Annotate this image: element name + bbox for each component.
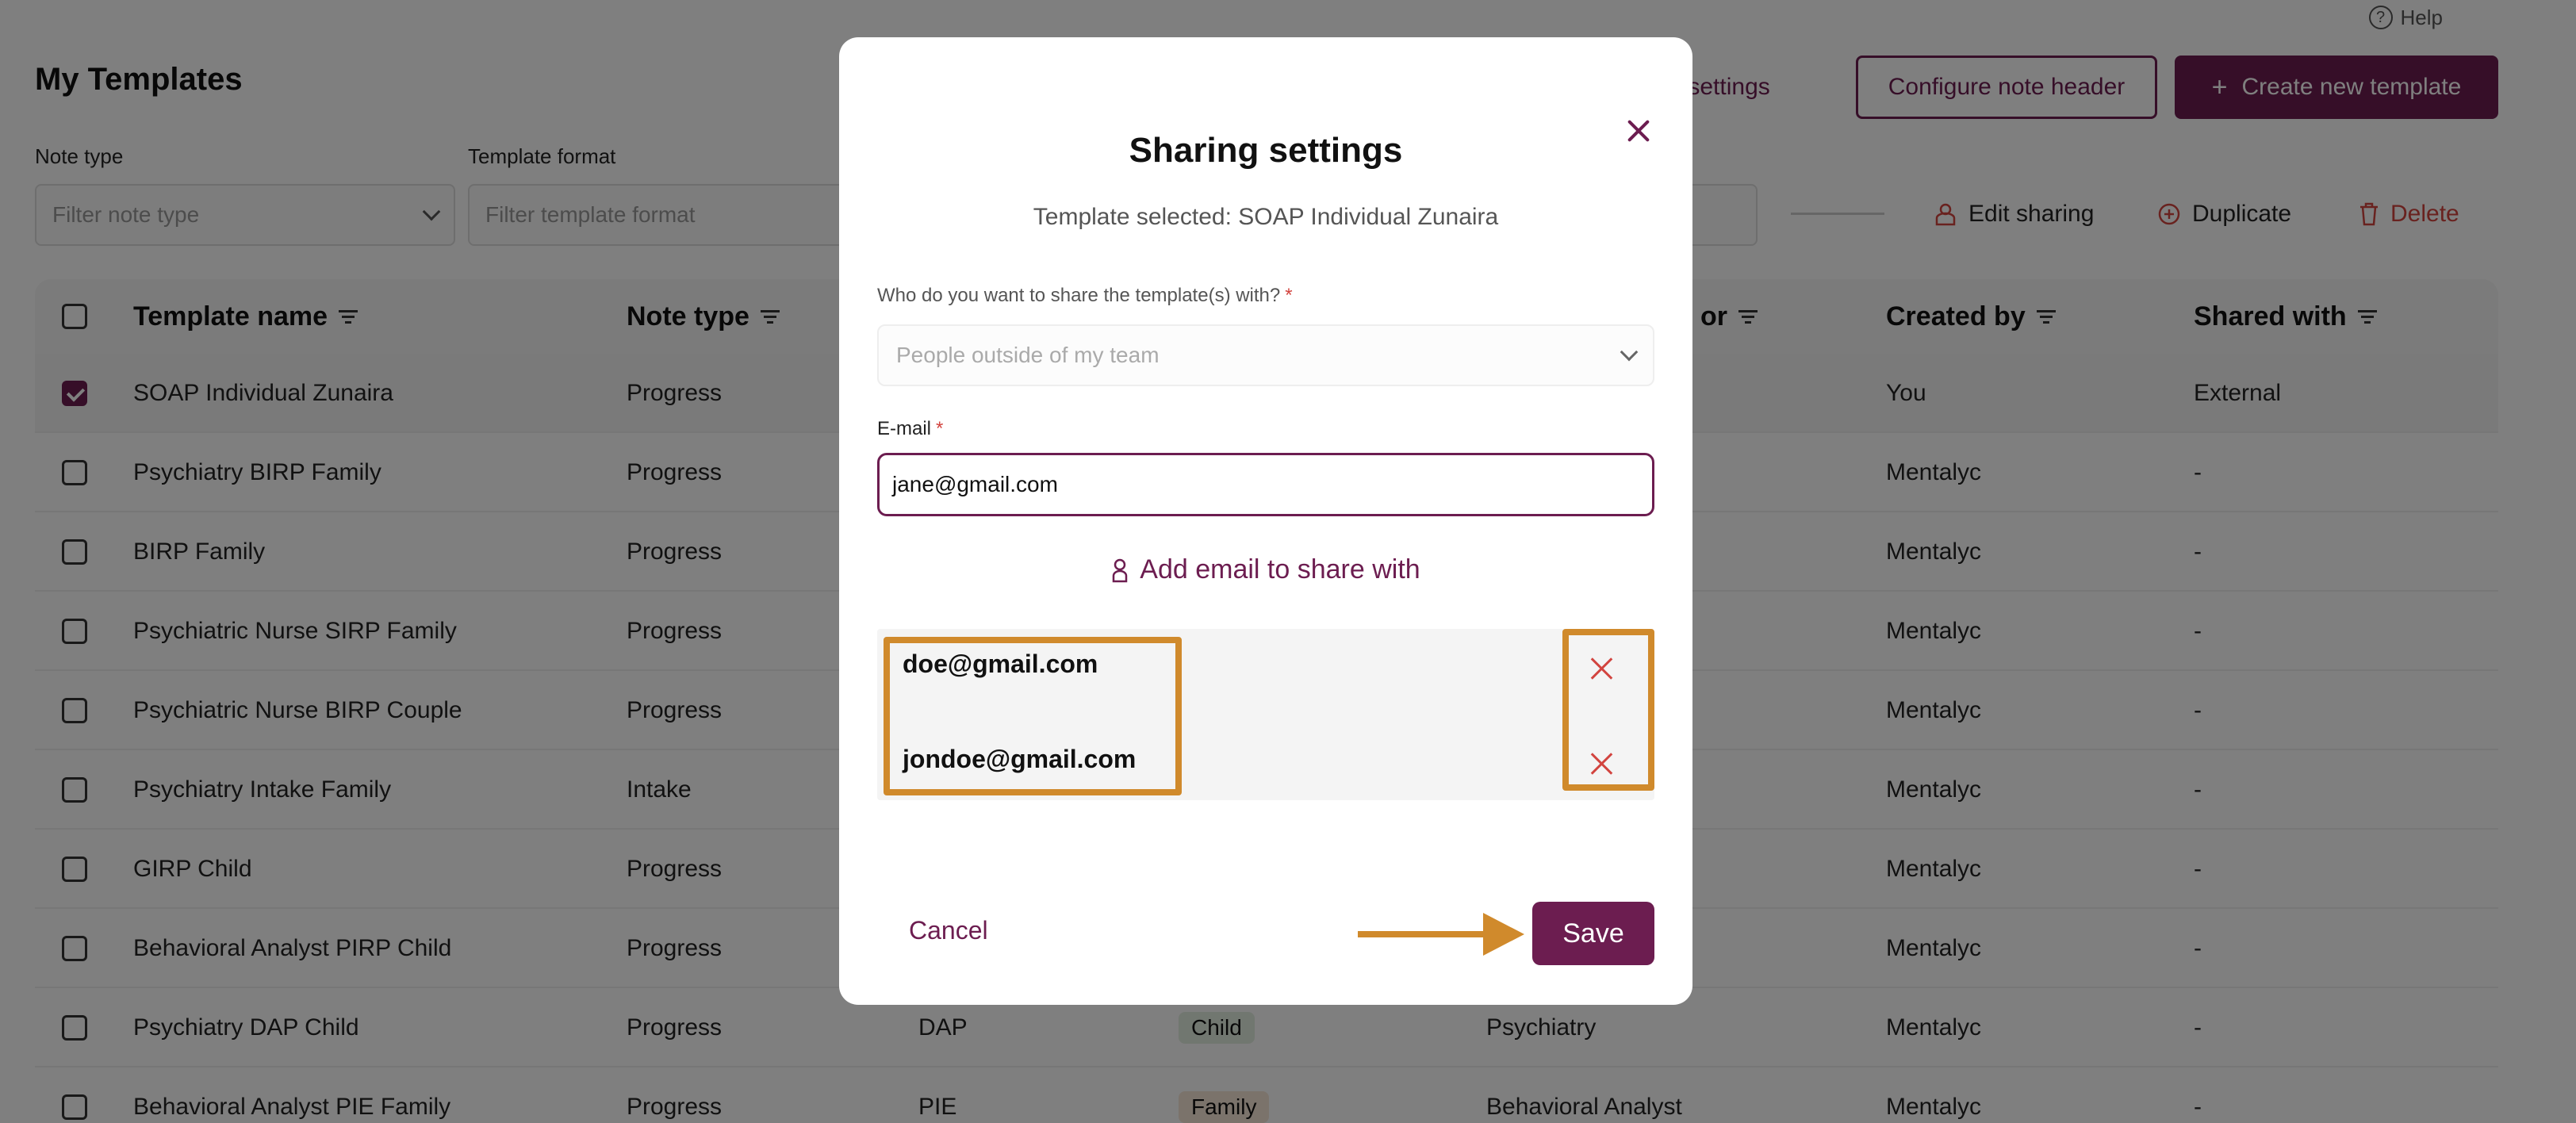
shared-email-item: doe@gmail.com [903, 650, 1098, 678]
email-label: E-mail * [877, 418, 943, 440]
annotation-arrow [1358, 931, 1493, 937]
modal-subtitle: Template selected: SOAP Individual Zunai… [1033, 204, 1499, 230]
share-with-label-text: Who do you want to share the template(s)… [877, 285, 1281, 306]
email-label-text: E-mail [877, 418, 932, 439]
required-mark: * [936, 418, 944, 439]
cancel-button[interactable]: Cancel [909, 916, 988, 945]
remove-email-icon[interactable] [1589, 656, 1615, 681]
share-with-select[interactable]: People outside of my team [877, 324, 1654, 386]
modal-title: Sharing settings [1129, 131, 1403, 170]
share-with-placeholder: People outside of my team [896, 343, 1160, 367]
annotation-arrow-head [1483, 913, 1524, 956]
add-email-button[interactable]: Add email to share with [839, 554, 1692, 585]
required-mark: * [1285, 285, 1293, 306]
chevron-down-icon [1620, 343, 1639, 362]
shared-email-list: doe@gmail.com jondoe@gmail.com [877, 629, 1654, 800]
remove-email-icon[interactable] [1589, 751, 1615, 776]
user-add-icon [1113, 558, 1128, 582]
share-with-label: Who do you want to share the template(s)… [877, 285, 1293, 307]
save-button[interactable]: Save [1532, 902, 1654, 965]
shared-email-item: jondoe@gmail.com [903, 745, 1137, 773]
email-field[interactable]: jane@gmail.com [877, 453, 1654, 516]
sharing-settings-modal: Sharing settings Template selected: SOAP… [839, 37, 1692, 1005]
add-email-label: Add email to share with [1140, 554, 1420, 584]
